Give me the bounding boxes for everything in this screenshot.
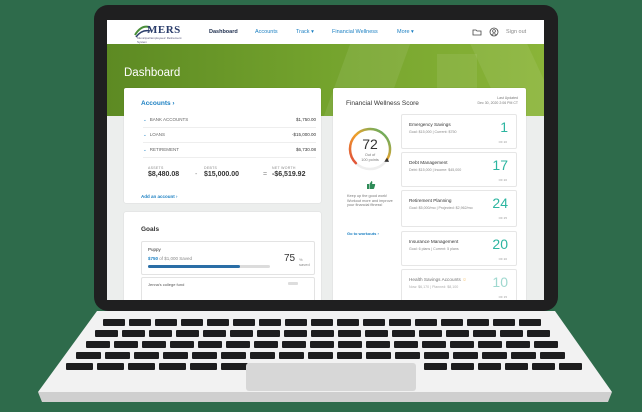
keyboard-key <box>450 341 474 348</box>
keyboard-key <box>527 330 550 337</box>
keyboard-key <box>419 330 442 337</box>
keyboard-key <box>337 319 359 326</box>
keyboard-key <box>363 319 385 326</box>
keyboard-key <box>159 363 186 370</box>
keyboard-key <box>311 330 334 337</box>
keyboard-key <box>338 341 362 348</box>
keyboard-key <box>207 319 229 326</box>
keyboard-key <box>506 341 530 348</box>
keyboard-key <box>181 319 203 326</box>
keyboard-key <box>279 352 304 359</box>
keyboard-key <box>257 330 280 337</box>
keyboard-key <box>473 330 496 337</box>
keyboard-key <box>259 319 281 326</box>
keyboard-key <box>230 330 253 337</box>
keyboard-key <box>97 363 124 370</box>
keyboard-key <box>559 363 582 370</box>
keyboard-key <box>129 319 151 326</box>
keyboard-key <box>170 341 194 348</box>
keyboard-key <box>422 341 446 348</box>
keyboard-key <box>392 330 415 337</box>
keyboard-key <box>122 330 145 337</box>
keyboard-key <box>424 352 449 359</box>
keyboard-key <box>114 341 138 348</box>
keyboard-key <box>221 363 248 370</box>
keyboard-key <box>337 352 362 359</box>
keyboard-key <box>310 341 334 348</box>
keyboard-key <box>86 341 110 348</box>
laptop-base <box>38 311 612 402</box>
keyboard-key <box>478 341 502 348</box>
keyboard-row <box>76 352 565 359</box>
keyboard-key <box>446 330 469 337</box>
keyboard-key <box>389 319 411 326</box>
keyboard-key <box>395 352 420 359</box>
keyboard-key <box>103 319 125 326</box>
keyboard-key <box>76 352 101 359</box>
keyboard-key <box>198 341 222 348</box>
keyboard-key <box>284 330 307 337</box>
keyboard-key <box>254 341 278 348</box>
keyboard-key <box>441 319 463 326</box>
keyboard-key <box>500 330 523 337</box>
keyboard-key <box>192 352 217 359</box>
keyboard-key <box>221 352 246 359</box>
keyboard-key <box>505 363 528 370</box>
keyboard-key <box>478 363 501 370</box>
keyboard-row <box>66 363 248 370</box>
keyboard-key <box>142 341 166 348</box>
keyboard-key <box>203 330 226 337</box>
keyboard-key <box>511 352 536 359</box>
keyboard-key <box>155 319 177 326</box>
keyboard-key <box>366 352 391 359</box>
keyboard-key <box>519 319 541 326</box>
keyboard-key <box>308 352 333 359</box>
keyboard-key <box>424 363 447 370</box>
keyboard-key <box>532 363 555 370</box>
keyboard-key <box>163 352 188 359</box>
keyboard-key <box>285 319 307 326</box>
keyboard-key <box>338 330 361 337</box>
keyboard-key <box>451 363 474 370</box>
keyboard-key <box>453 352 478 359</box>
keyboard-key <box>493 319 515 326</box>
keyboard-key <box>467 319 489 326</box>
keyboard-row <box>86 341 558 348</box>
keyboard-key <box>105 352 130 359</box>
keyboard-key <box>134 352 159 359</box>
keyboard-key <box>176 330 199 337</box>
keyboard-key <box>66 363 93 370</box>
keyboard-key <box>540 352 565 359</box>
keyboard-key <box>534 341 558 348</box>
keyboard-key <box>226 341 250 348</box>
keyboard-row <box>424 363 582 370</box>
keyboard-row <box>103 319 541 326</box>
keyboard-key <box>365 330 388 337</box>
keyboard-key <box>394 341 418 348</box>
keyboard-key <box>482 352 507 359</box>
keyboard-key <box>128 363 155 370</box>
keyboard-key <box>282 341 306 348</box>
keyboard-key <box>190 363 217 370</box>
keyboard-key <box>233 319 255 326</box>
keyboard-row <box>95 330 550 337</box>
keyboard-key <box>250 352 275 359</box>
keyboard-key <box>311 319 333 326</box>
keyboard-key <box>415 319 437 326</box>
keyboard-key <box>95 330 118 337</box>
laptop-trackpad <box>246 363 416 391</box>
keyboard-key <box>366 341 390 348</box>
keyboard-key <box>149 330 172 337</box>
